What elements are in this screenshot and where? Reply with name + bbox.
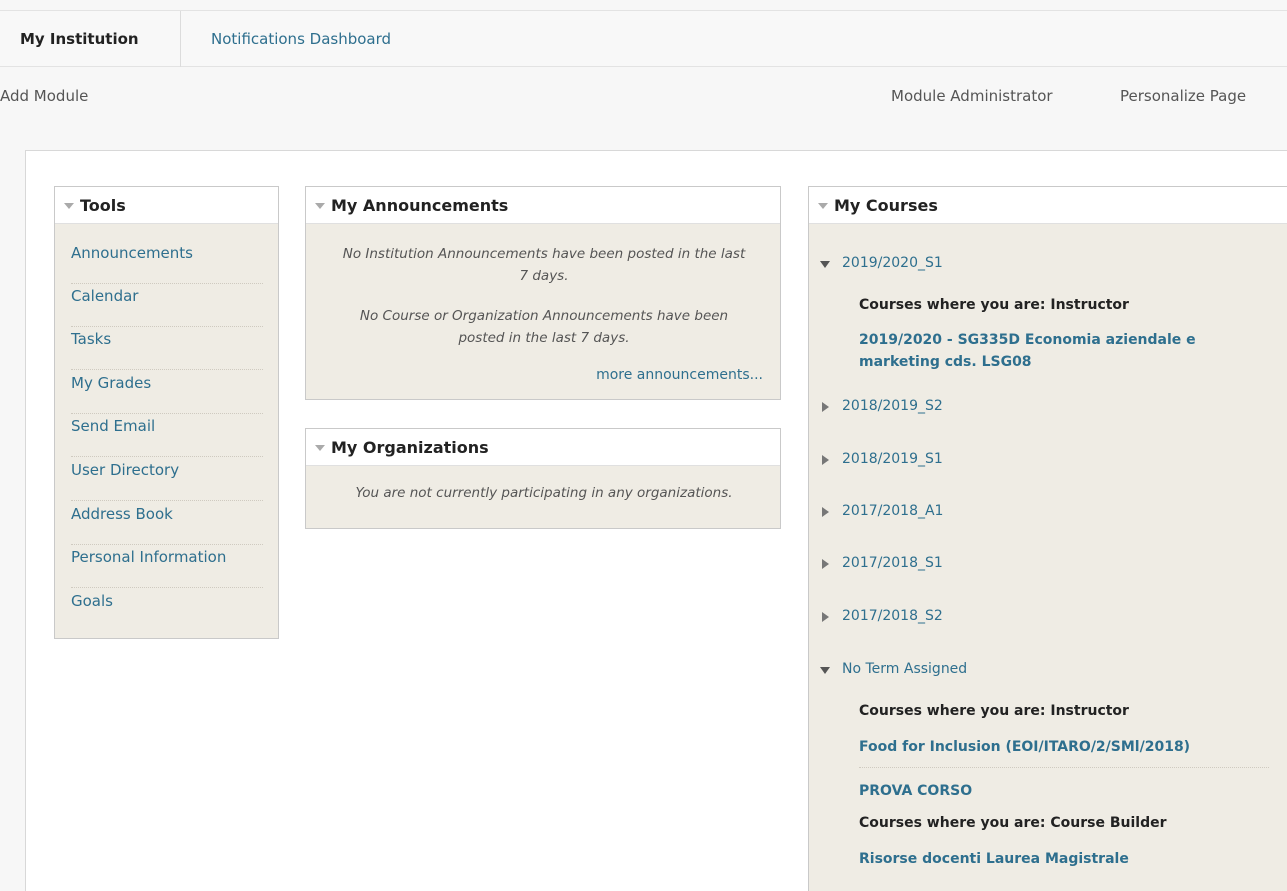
- course-prova-corso[interactable]: PROVA CORSO: [859, 780, 1259, 802]
- organizations-empty-text: You are not currently participating in a…: [355, 485, 733, 501]
- module-administrator-button[interactable]: Module Administrator: [891, 87, 1053, 105]
- tool-goals[interactable]: Goals: [71, 589, 263, 632]
- courses-title: My Courses: [834, 196, 938, 215]
- term-label: 2017/2018_S2: [842, 608, 943, 624]
- term-2018-2019-s2[interactable]: 2018/2019_S2: [822, 398, 943, 414]
- announcements-header[interactable]: My Announcements: [306, 187, 780, 224]
- term-label: 2018/2019_S1: [842, 451, 943, 467]
- announcements-module: My Announcements No Institution Announce…: [305, 186, 781, 400]
- tool-announcements[interactable]: Announcements: [71, 241, 263, 284]
- more-announcements-link[interactable]: more announcements...: [596, 367, 763, 383]
- collapse-triangle-icon[interactable]: [315, 445, 325, 451]
- course-title-line: 2019/2020 - SG335D Economia aziendale e: [859, 332, 1196, 348]
- courses-header[interactable]: My Courses: [809, 187, 1287, 224]
- course-title-line: marketing cds. LSG08: [859, 354, 1032, 370]
- courses-module: My Courses 2019/2020_S1 Courses where yo…: [808, 186, 1287, 891]
- text-line: No Course or Organization Announcements …: [359, 308, 729, 324]
- term-label: 2017/2018_S1: [842, 555, 943, 571]
- tools-header[interactable]: Tools: [55, 187, 278, 224]
- tool-my-grades[interactable]: My Grades: [71, 371, 263, 414]
- course-sg335d[interactable]: 2019/2020 - SG335D Economia aziendale e …: [859, 329, 1259, 373]
- term-2018-2019-s1[interactable]: 2018/2019_S1: [822, 451, 943, 467]
- collapse-triangle-icon[interactable]: [818, 203, 828, 209]
- add-module-button[interactable]: Add Module: [0, 87, 88, 105]
- expanded-arrow-icon[interactable]: [820, 261, 830, 268]
- text-line: posted in the last 7 days.: [458, 330, 630, 346]
- tool-address-book[interactable]: Address Book: [71, 502, 263, 545]
- text-line: No Institution Announcements have been p…: [342, 246, 746, 262]
- organizations-header[interactable]: My Organizations: [306, 429, 780, 466]
- term-2017-2018-s2[interactable]: 2017/2018_S2: [822, 608, 943, 624]
- organizations-module: My Organizations You are not currently p…: [305, 428, 781, 529]
- collapse-triangle-icon[interactable]: [315, 203, 325, 209]
- collapsed-arrow-icon[interactable]: [822, 455, 829, 465]
- role-heading-instructor: Courses where you are: Instructor: [859, 297, 1129, 313]
- tool-calendar[interactable]: Calendar: [71, 284, 263, 327]
- tools-title: Tools: [80, 196, 126, 215]
- collapsed-arrow-icon[interactable]: [822, 559, 829, 569]
- collapsed-arrow-icon[interactable]: [822, 612, 829, 622]
- term-label: 2018/2019_S2: [842, 398, 943, 414]
- tool-user-directory[interactable]: User Directory: [71, 458, 263, 501]
- term-2017-2018-a1[interactable]: 2017/2018_A1: [822, 503, 944, 519]
- role-heading-instructor: Courses where you are: Instructor: [859, 703, 1129, 719]
- collapsed-arrow-icon[interactable]: [822, 507, 829, 517]
- organizations-title: My Organizations: [331, 438, 489, 457]
- tool-send-email[interactable]: Send Email: [71, 414, 263, 457]
- tab-notifications-dashboard[interactable]: Notifications Dashboard: [211, 11, 391, 67]
- course-announcements-text: No Course or Organization Announcements …: [320, 305, 768, 349]
- term-label: 2017/2018_A1: [842, 503, 944, 519]
- term-no-term-assigned[interactable]: No Term Assigned: [820, 661, 968, 677]
- term-2017-2018-s1[interactable]: 2017/2018_S1: [822, 555, 943, 571]
- expanded-arrow-icon[interactable]: [820, 667, 830, 674]
- tools-module: Tools Announcements Calendar Tasks My Gr…: [54, 186, 279, 639]
- announcements-title: My Announcements: [331, 196, 509, 215]
- divider: [859, 767, 1269, 768]
- tool-personal-information[interactable]: Personal Information: [71, 545, 263, 588]
- role-heading-course-builder: Courses where you are: Course Builder: [859, 815, 1167, 831]
- tab-bar: My Institution Notifications Dashboard: [0, 10, 1287, 67]
- personalize-page-button[interactable]: Personalize Page: [1120, 87, 1246, 105]
- collapse-triangle-icon[interactable]: [64, 203, 74, 209]
- tab-my-institution[interactable]: My Institution: [0, 11, 181, 67]
- term-2019-2020-s1[interactable]: 2019/2020_S1: [820, 255, 943, 271]
- text-line: 7 days.: [519, 268, 569, 284]
- course-risorse-docenti[interactable]: Risorse docenti Laurea Magistrale: [859, 848, 1259, 870]
- course-food-for-inclusion[interactable]: Food for Inclusion (EOI/ITARO/2/SMl/2018…: [859, 736, 1259, 758]
- term-label: No Term Assigned: [842, 661, 968, 677]
- tool-tasks[interactable]: Tasks: [71, 327, 263, 370]
- collapsed-arrow-icon[interactable]: [822, 402, 829, 412]
- term-label: 2019/2020_S1: [842, 255, 943, 271]
- institution-announcements-text: No Institution Announcements have been p…: [320, 243, 768, 287]
